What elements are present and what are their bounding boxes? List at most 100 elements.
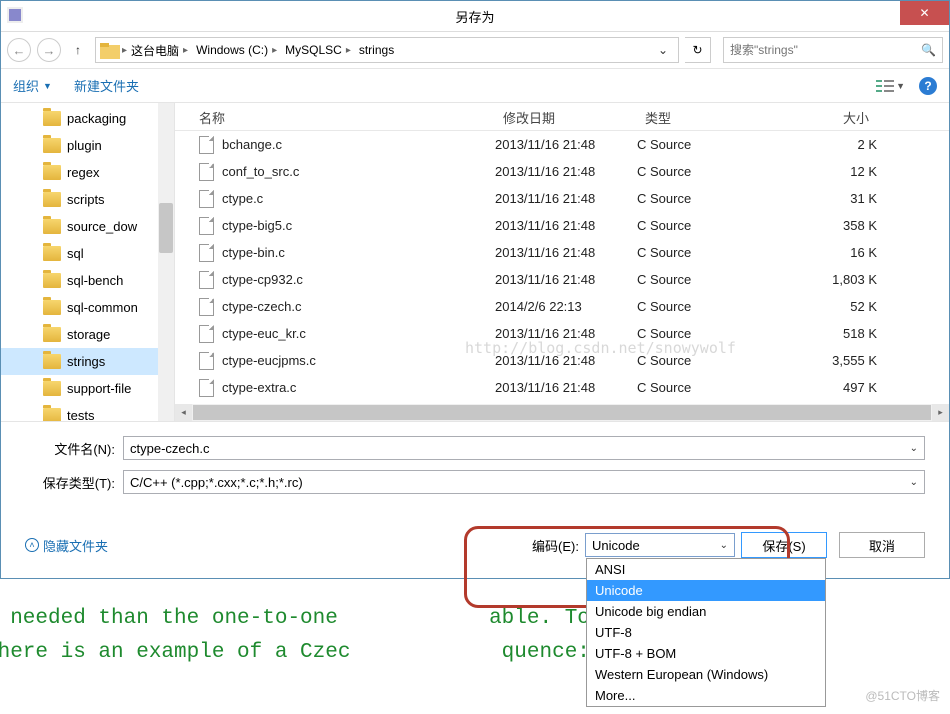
background-code-text: s needed than the one-to-one able. To he… [0,602,590,670]
tree-item-sql-common[interactable]: sql-common [1,294,174,321]
file-icon [199,163,214,181]
folder-icon [43,165,61,180]
toolbar: 组织 ▼ 新建文件夹 ▼ ? [1,69,949,103]
folder-icon [43,354,61,369]
tree-scrollbar[interactable] [158,103,174,421]
folder-icon [43,219,61,234]
folder-icon [43,138,61,153]
file-row[interactable]: ctype-euc_kr.c2013/11/16 21:48C Source51… [175,320,949,347]
organize-button[interactable]: 组织 ▼ [13,76,52,95]
view-icon [876,79,894,93]
chevron-down-icon: ⌄ [720,540,728,551]
folder-tree[interactable]: packagingpluginregexscriptssource_dowsql… [1,103,175,421]
encoding-option[interactable]: ANSI [587,559,825,580]
encoding-option[interactable]: Western European (Windows) [587,664,825,685]
file-icon [199,325,214,343]
save-button[interactable]: 保存(S) [741,532,827,558]
blog-watermark: @51CTO博客 [865,687,940,704]
file-icon [199,271,214,289]
window-title: 另存为 [455,7,494,26]
file-row[interactable]: ctype.c2013/11/16 21:48C Source31 K [175,185,949,212]
tree-item-scripts[interactable]: scripts [1,186,174,213]
file-row[interactable]: ctype-eucjpms.c2013/11/16 21:48C Source3… [175,347,949,374]
file-row[interactable]: ctype-czech.c2014/2/6 22:13C Source52 K [175,293,949,320]
breadcrumb[interactable]: ▸ 这台电脑▸ Windows (C:)▸ MySQLSC▸ strings ⌄ [95,37,679,63]
encoding-value: Unicode [592,538,640,553]
tree-item-plugin[interactable]: plugin [1,132,174,159]
encoding-select[interactable]: Unicode ⌄ ANSIUnicodeUnicode big endianU… [585,533,735,557]
folder-icon [43,381,61,396]
encoding-option[interactable]: UTF-8 + BOM [587,643,825,664]
file-row[interactable]: ctype-big5.c2013/11/16 21:48C Source358 … [175,212,949,239]
file-row[interactable]: ctype-bin.c2013/11/16 21:48C Source16 K [175,239,949,266]
savetype-label: 保存类型(T): [25,473,123,492]
tree-item-sql-bench[interactable]: sql-bench [1,267,174,294]
crumb-2[interactable]: MySQLSC [285,43,342,57]
file-icon [199,190,214,208]
forward-button[interactable]: → [37,38,61,62]
col-size[interactable]: 大小 [787,103,877,130]
tree-item-strings[interactable]: strings [1,348,174,375]
view-button[interactable]: ▼ [876,79,905,93]
encoding-option[interactable]: Unicode big endian [587,601,825,622]
encoding-option[interactable]: More... [587,685,825,706]
file-icon [199,352,214,370]
file-row[interactable]: conf_to_src.c2013/11/16 21:48C Source12 … [175,158,949,185]
cancel-button[interactable]: 取消 [839,532,925,558]
folder-icon [43,327,61,342]
file-row[interactable]: ctype-extra.c2013/11/16 21:48C Source497… [175,374,949,401]
newfolder-button[interactable]: 新建文件夹 [74,76,139,95]
horizontal-scrollbar[interactable]: ◂▸ [175,404,949,421]
crumb-3[interactable]: strings [359,43,394,57]
folder-icon [43,300,61,315]
close-button[interactable]: ✕ [900,1,949,25]
folder-icon [100,41,120,59]
tree-item-sql[interactable]: sql [1,240,174,267]
folder-icon [43,273,61,288]
encoding-option[interactable]: UTF-8 [587,622,825,643]
chevron-down-icon[interactable]: ⌄ [910,443,918,454]
filename-label: 文件名(N): [25,439,123,458]
file-icon [199,298,214,316]
app-icon [7,7,23,23]
filename-value: ctype-czech.c [130,441,209,456]
savetype-select[interactable]: C/C++ (*.cpp;*.cxx;*.c;*.h;*.rc) ⌄ [123,470,925,494]
col-date[interactable]: 修改日期 [495,103,637,130]
tree-item-support-file[interactable]: support-file [1,375,174,402]
filename-input[interactable]: ctype-czech.c ⌄ [123,436,925,460]
list-header[interactable]: 名称 修改日期 类型 大小 [175,103,949,131]
crumb-dropdown-icon[interactable]: ⌄ [652,43,674,57]
search-input[interactable] [730,43,921,57]
hidden-folders-link[interactable]: ˄ 隐藏文件夹 [25,536,108,555]
folder-icon [43,111,61,126]
file-row[interactable]: bchange.c2013/11/16 21:48C Source2 K [175,131,949,158]
crumb-1[interactable]: Windows (C:) [196,43,268,57]
tree-item-source_dow[interactable]: source_dow [1,213,174,240]
navbar: ← → ↑ ▸ 这台电脑▸ Windows (C:)▸ MySQLSC▸ str… [1,31,949,69]
file-icon [199,217,214,235]
refresh-button[interactable]: ↻ [685,37,711,63]
col-type[interactable]: 类型 [637,103,787,130]
chevron-up-icon: ˄ [25,538,39,552]
file-icon [199,136,214,154]
up-button[interactable]: ↑ [67,43,89,57]
encoding-dropdown[interactable]: ANSIUnicodeUnicode big endianUTF-8UTF-8 … [586,558,826,707]
tree-item-regex[interactable]: regex [1,159,174,186]
file-icon [199,244,214,262]
search-icon: 🔍 [921,43,936,57]
back-button[interactable]: ← [7,38,31,62]
col-name[interactable]: 名称 [175,103,495,130]
encoding-label: 编码(E): [532,536,579,555]
encoding-option[interactable]: Unicode [587,580,825,601]
file-list: http://blog.csdn.net/snowywolf 名称 修改日期 类… [175,103,949,421]
tree-item-tests[interactable]: tests [1,402,174,421]
search-box[interactable]: 🔍 [723,37,943,63]
tree-item-storage[interactable]: storage [1,321,174,348]
crumb-0[interactable]: 这台电脑 [131,42,179,59]
chevron-down-icon[interactable]: ⌄ [910,477,918,488]
tree-item-packaging[interactable]: packaging [1,105,174,132]
file-row[interactable]: ctype-cp932.c2013/11/16 21:48C Source1,8… [175,266,949,293]
file-icon [199,379,214,397]
help-button[interactable]: ? [919,77,937,95]
folder-icon [43,246,61,261]
